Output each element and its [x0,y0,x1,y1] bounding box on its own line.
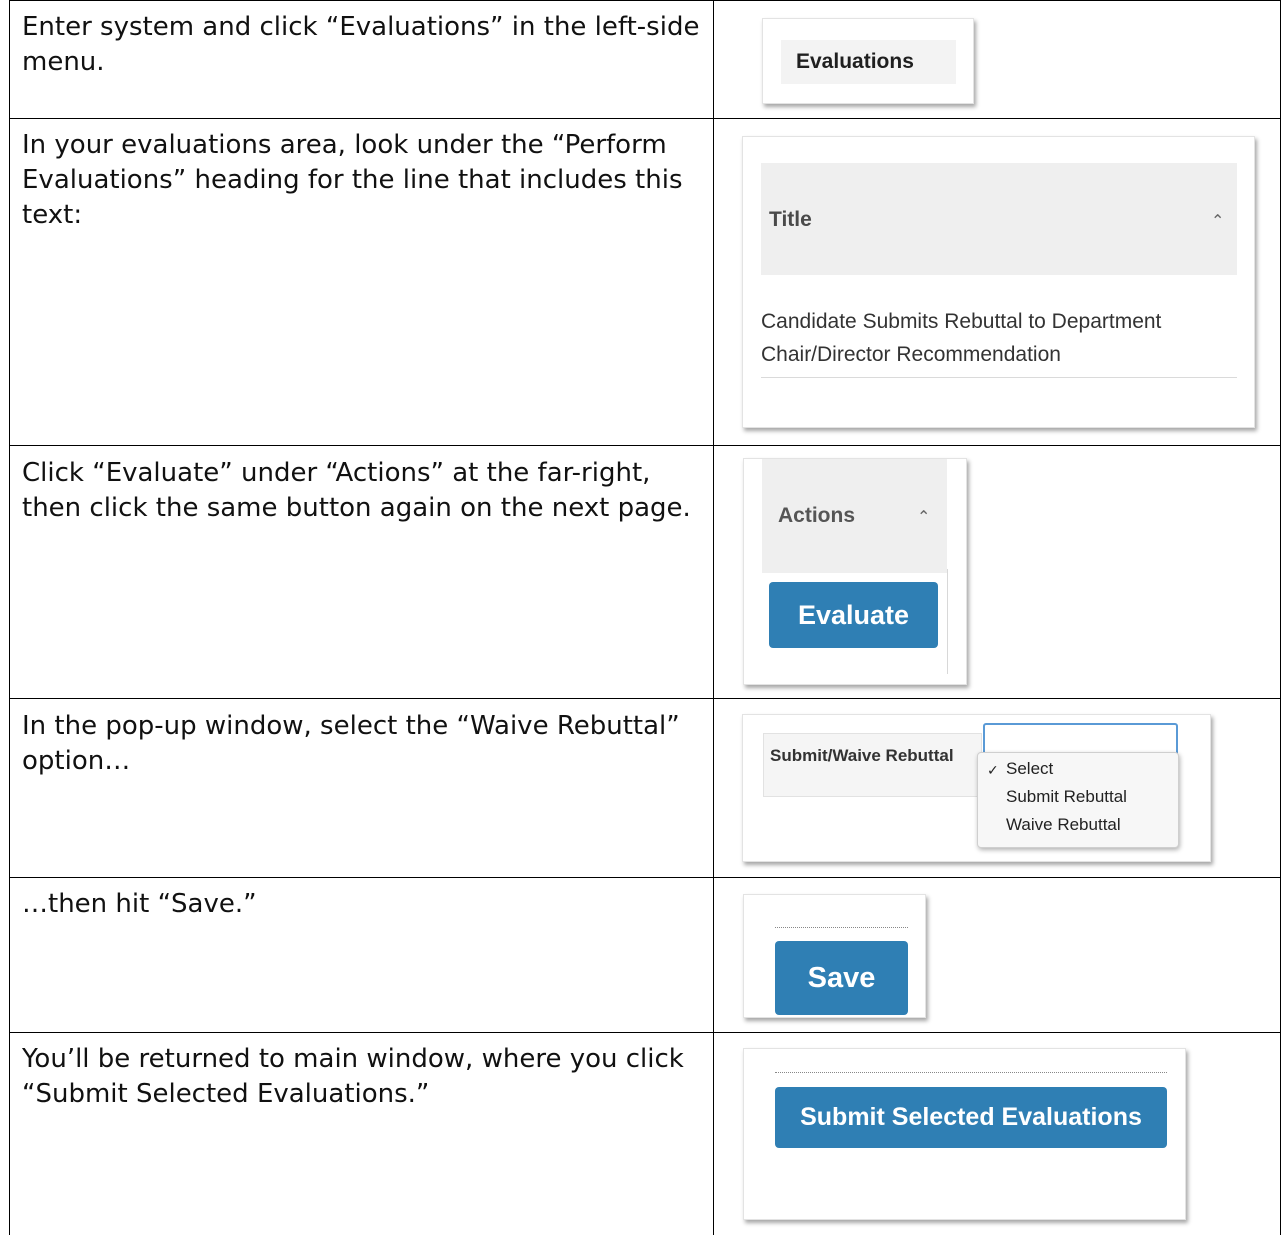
submit-screenshot: Submit Selected Evaluations [743,1048,1186,1220]
row-divider [9,877,1281,878]
caret-up-icon[interactable]: ⌃ [917,507,930,527]
step-4-text: In the pop-up window, select the “Waive … [22,711,680,776]
rebuttal-options-list: ✓ Select Submit Rebuttal Waive Rebuttal [977,752,1179,848]
table-border-top [9,0,1281,1]
evaluation-title-row[interactable]: Candidate Submits Rebuttal to Department… [761,305,1237,371]
dotted-divider [775,1072,1167,1073]
column-divider [947,569,948,674]
title-column-header[interactable]: Title ⌃ [761,163,1237,275]
step-5-text: …then hit “Save.” [22,889,257,919]
evaluate-button[interactable]: Evaluate [769,582,938,648]
table-border-middle [713,0,714,1235]
row-divider [9,118,1281,119]
step-2-text: In your evaluations area, look under the… [22,130,683,230]
rebuttal-field-row: Submit/Waive Rebuttal [763,733,982,797]
actions-column-header[interactable]: Actions ⌃ [762,459,947,573]
actions-header-label: Actions [778,504,856,527]
step-6-text: You’ll be returned to main window, where… [22,1044,684,1109]
rebuttal-field-label: Submit/Waive Rebuttal [770,746,954,765]
option-submit-rebuttal[interactable]: Submit Rebuttal [1006,787,1127,807]
dotted-divider [775,927,908,928]
row-divider [9,445,1281,446]
title-header-label: Title [769,208,812,231]
actions-screenshot: Actions ⌃ Evaluate [743,458,967,685]
rebuttal-screenshot: Submit/Waive Rebuttal ✓ Select Submit Re… [742,714,1211,862]
option-waive-rebuttal[interactable]: Waive Rebuttal [1006,815,1121,835]
row-separator [761,377,1237,378]
caret-up-icon[interactable]: ⌃ [1211,211,1224,231]
row-divider [9,698,1281,699]
step-3-text: Click “Evaluate” under “Actions” at the … [22,458,691,523]
checkmark-icon: ✓ [987,762,999,778]
option-select[interactable]: Select [1006,759,1053,779]
save-screenshot: Save [743,894,926,1018]
step-1-text: Enter system and click “Evaluations” in … [22,12,700,77]
row-divider [9,1032,1281,1033]
menu-screenshot: Evaluations [762,18,974,104]
submit-selected-evaluations-button[interactable]: Submit Selected Evaluations [775,1087,1167,1148]
table-screenshot: Title ⌃ Candidate Submits Rebuttal to De… [742,136,1255,428]
menu-item-evaluations[interactable]: Evaluations [781,40,956,84]
save-button[interactable]: Save [775,941,908,1015]
table-border-left [9,0,10,1235]
